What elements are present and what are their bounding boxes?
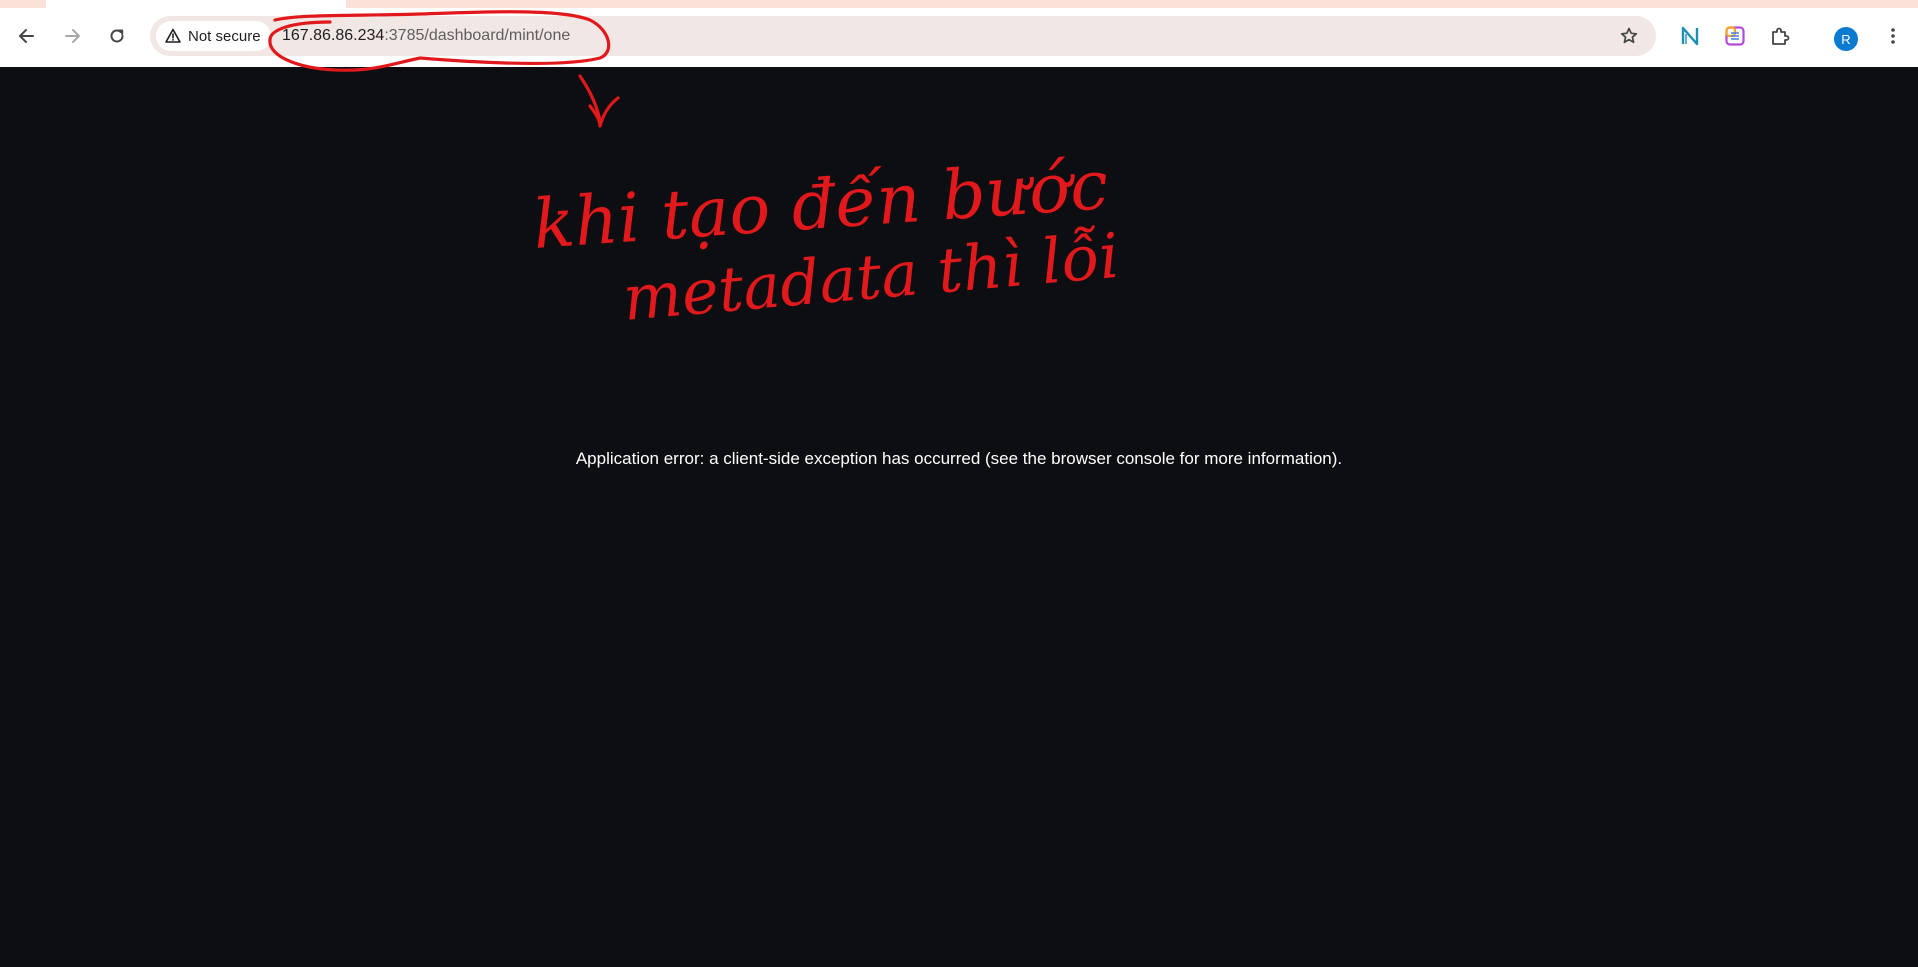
puzzle-icon — [1772, 27, 1790, 45]
forward-button[interactable] — [55, 19, 89, 53]
more-vert-icon — [1891, 28, 1895, 44]
extension-colorful-button[interactable] — [1718, 19, 1752, 53]
url-path: :3785/dashboard/mint/one — [384, 27, 571, 44]
colorful-square-icon — [1725, 26, 1745, 46]
profile-avatar[interactable]: R — [1834, 27, 1858, 51]
browser-chrome: Not secure 167.86.86.234:3785/dashboard/… — [0, 0, 1918, 67]
browser-toolbar: Not secure 167.86.86.234:3785/dashboard/… — [0, 8, 1918, 67]
address-bar[interactable]: Not secure 167.86.86.234:3785/dashboard/… — [150, 16, 1656, 56]
reload-button[interactable] — [100, 19, 134, 53]
security-label: Not secure — [188, 27, 261, 45]
extension-n-button[interactable] — [1673, 19, 1707, 53]
reload-icon — [110, 29, 124, 43]
application-error-message: Application error: a client-side excepti… — [575, 449, 1343, 468]
n-logo-icon — [1681, 26, 1699, 46]
url-text[interactable]: 167.86.86.234:3785/dashboard/mint/one — [282, 16, 570, 56]
url-host: 167.86.86.234 — [282, 27, 385, 44]
tab-strip — [0, 0, 1918, 8]
arrow-right-icon — [65, 29, 80, 43]
bookmark-button[interactable] — [1612, 19, 1646, 53]
security-chip[interactable]: Not secure — [156, 21, 271, 51]
arrow-left-icon — [19, 29, 34, 43]
warning-triangle-icon — [165, 28, 181, 43]
page-content — [0, 67, 1918, 967]
back-button[interactable] — [10, 19, 44, 53]
extensions-button[interactable] — [1763, 19, 1797, 53]
active-tab-edge — [46, 0, 346, 8]
star-icon — [1620, 27, 1638, 44]
browser-menu-button[interactable] — [1876, 19, 1910, 53]
